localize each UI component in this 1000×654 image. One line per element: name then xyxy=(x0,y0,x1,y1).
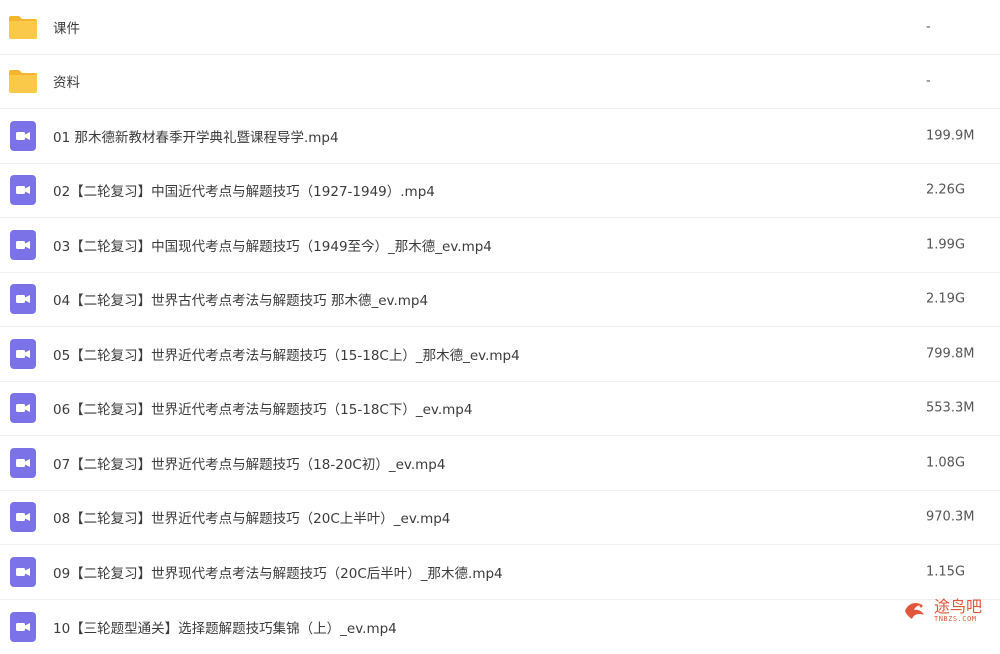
file-row[interactable]: 03【二轮复习】中国现代考点与解题技巧（1949至今）_那木德_ev.mp4 1.… xyxy=(0,218,1000,273)
file-size: - xyxy=(926,74,931,89)
file-name[interactable]: 02【二轮复习】中国近代考点与解题技巧（1927-1949）.mp4 xyxy=(53,180,435,200)
video-file-icon xyxy=(8,284,38,314)
video-file-icon xyxy=(8,121,38,151)
watermark-text: 途鸟吧 xyxy=(934,599,982,615)
video-file-icon xyxy=(8,230,38,260)
file-size: 2.19G xyxy=(926,292,965,307)
file-name[interactable]: 课件 xyxy=(53,17,80,37)
video-file-icon xyxy=(8,175,38,205)
watermark: 途鸟吧 TNBZS.COM xyxy=(902,596,994,626)
file-row[interactable]: 10【三轮题型通关】选择题解题技巧集锦（上）_ev.mp4 xyxy=(0,600,1000,654)
file-name[interactable]: 08【二轮复习】世界近代考点与解题技巧（20C上半叶）_ev.mp4 xyxy=(53,507,450,527)
folder-row[interactable]: 资料 - xyxy=(0,55,1000,110)
folder-row[interactable]: 课件 - xyxy=(0,0,1000,55)
file-name[interactable]: 10【三轮题型通关】选择题解题技巧集锦（上）_ev.mp4 xyxy=(53,617,397,637)
video-file-icon xyxy=(8,502,38,532)
video-file-icon xyxy=(8,448,38,478)
file-size: 1.99G xyxy=(926,237,965,252)
file-row[interactable]: 07【二轮复习】世界近代考点与解题技巧（18-20C初）_ev.mp4 1.08G xyxy=(0,436,1000,491)
file-row[interactable]: 02【二轮复习】中国近代考点与解题技巧（1927-1949）.mp4 2.26G xyxy=(0,164,1000,219)
file-size: 1.08G xyxy=(926,455,965,470)
video-file-icon xyxy=(8,339,38,369)
file-row[interactable]: 06【二轮复习】世界近代考点考法与解题技巧（15-18C下）_ev.mp4 553… xyxy=(0,382,1000,437)
watermark-subtext: TNBZS.COM xyxy=(934,615,982,623)
video-file-icon xyxy=(8,393,38,423)
file-size: 970.3M xyxy=(926,510,974,525)
file-name[interactable]: 03【二轮复习】中国现代考点与解题技巧（1949至今）_那木德_ev.mp4 xyxy=(53,235,492,255)
bird-logo-icon xyxy=(902,597,930,625)
file-size: 553.3M xyxy=(926,401,974,416)
video-file-icon xyxy=(8,612,38,642)
file-name[interactable]: 01 那木德新教材春季开学典礼暨课程导学.mp4 xyxy=(53,126,339,146)
file-size: - xyxy=(926,19,931,34)
video-file-icon xyxy=(8,557,38,587)
file-row[interactable]: 09【二轮复习】世界现代考点考法与解题技巧（20C后半叶）_那木德.mp4 1.1… xyxy=(0,545,1000,600)
file-list: 课件 - 资料 - 01 那木德新教材春季开学典礼暨课程导学.mp4 199.9M 02【二… xyxy=(0,0,1000,654)
folder-icon xyxy=(8,12,38,42)
file-row[interactable]: 04【二轮复习】世界古代考点考法与解题技巧 那木德_ev.mp4 2.19G xyxy=(0,273,1000,328)
file-name[interactable]: 05【二轮复习】世界近代考点考法与解题技巧（15-18C上）_那木德_ev.mp… xyxy=(53,344,520,364)
file-row[interactable]: 01 那木德新教材春季开学典礼暨课程导学.mp4 199.9M xyxy=(0,109,1000,164)
watermark-text-group: 途鸟吧 TNBZS.COM xyxy=(934,599,982,623)
file-name[interactable]: 09【二轮复习】世界现代考点考法与解题技巧（20C后半叶）_那木德.mp4 xyxy=(53,562,503,582)
file-name[interactable]: 06【二轮复习】世界近代考点考法与解题技巧（15-18C下）_ev.mp4 xyxy=(53,398,472,418)
file-size: 1.15G xyxy=(926,564,965,579)
file-name[interactable]: 资料 xyxy=(53,71,80,91)
file-name[interactable]: 07【二轮复习】世界近代考点与解题技巧（18-20C初）_ev.mp4 xyxy=(53,453,445,473)
folder-icon xyxy=(8,66,38,96)
file-size: 799.8M xyxy=(926,346,974,361)
file-size: 2.26G xyxy=(926,183,965,198)
file-name[interactable]: 04【二轮复习】世界古代考点考法与解题技巧 那木德_ev.mp4 xyxy=(53,289,428,309)
file-size: 199.9M xyxy=(926,128,974,143)
file-row[interactable]: 05【二轮复习】世界近代考点考法与解题技巧（15-18C上）_那木德_ev.mp… xyxy=(0,327,1000,382)
file-row[interactable]: 08【二轮复习】世界近代考点与解题技巧（20C上半叶）_ev.mp4 970.3M xyxy=(0,491,1000,546)
